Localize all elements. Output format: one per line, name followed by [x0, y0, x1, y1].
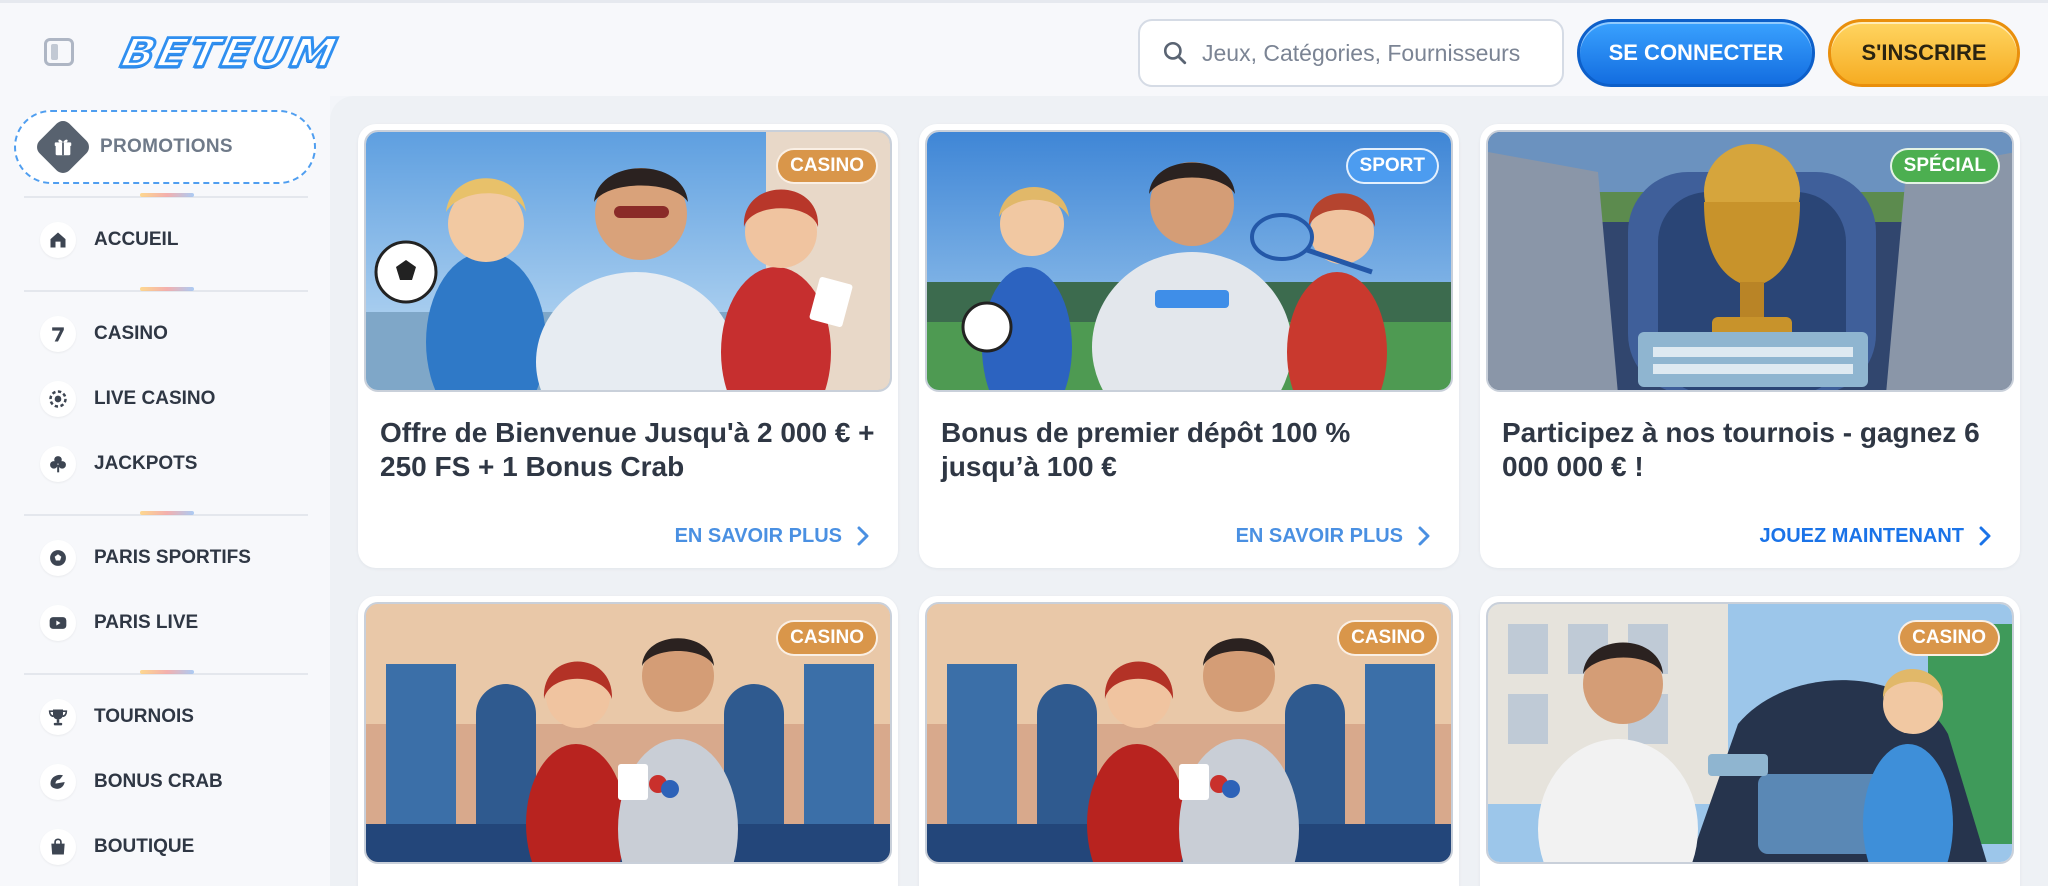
promo-link-label: EN SAVOIR PLUS: [674, 524, 842, 547]
sidebar-item-label: ACCUEIL: [94, 229, 179, 250]
sidebar-item-live-casino[interactable]: LIVE CASINO: [40, 375, 310, 423]
search-box[interactable]: [1138, 19, 1564, 87]
sidebar-item-label: JACKPOTS: [94, 453, 198, 474]
promo-banner-image: CASINO: [364, 130, 892, 392]
category-badge: CASINO: [1337, 620, 1439, 656]
gift-icon: [33, 117, 93, 177]
category-badge: CASINO: [776, 620, 878, 656]
login-button[interactable]: SE CONNECTER: [1577, 19, 1815, 87]
promo-card[interactable]: CASINO Offre de Bienvenue Jusqu'à 2 000 …: [358, 124, 898, 568]
home-icon: [40, 222, 76, 258]
chip-icon: [40, 381, 76, 417]
promo-card[interactable]: SPORT Bonus de premier dépôt 100 % jusqu…: [919, 124, 1459, 568]
promo-card[interactable]: SPÉCIAL Participez à nos tournois - gagn…: [1480, 124, 2020, 568]
logo-text: BETEUM: [116, 29, 344, 78]
promo-card[interactable]: CASINO: [1480, 596, 2020, 886]
sidebar-item-label: BONUS CRAB: [94, 771, 223, 792]
promo-link[interactable]: JOUEZ MAINTENANT: [1760, 518, 1992, 554]
promo-title: Participez à nos tournois - gagnez 6 000…: [1502, 417, 1980, 482]
sidebar-item-boutique[interactable]: BOUTIQUE: [40, 823, 310, 871]
promo-link-label: EN SAVOIR PLUS: [1235, 524, 1403, 547]
soccer-ball-icon: [40, 540, 76, 576]
category-badge: CASINO: [776, 148, 878, 184]
promo-banner-image: SPORT: [925, 130, 1453, 392]
search-icon: [1163, 41, 1187, 65]
chevron-right-icon: [1979, 526, 1991, 546]
logo[interactable]: BETEUM: [116, 29, 386, 78]
sidebar-item-label: CASINO: [94, 323, 168, 344]
sidebar-item-promotions[interactable]: PROMOTIONS: [14, 110, 316, 184]
shopping-bag-icon: [40, 829, 76, 865]
promo-card[interactable]: CASINO: [919, 596, 1459, 886]
promotions-grid: CASINO Offre de Bienvenue Jusqu'à 2 000 …: [330, 96, 2048, 886]
sidebar-item-casino[interactable]: CASINO: [40, 310, 310, 358]
sidebar-item-label: PARIS LIVE: [94, 612, 199, 633]
chevron-right-icon: [857, 526, 869, 546]
category-badge: SPÉCIAL: [1889, 148, 2000, 184]
sidebar-item-label: BOUTIQUE: [94, 836, 195, 857]
sidebar-item-bonus-crab[interactable]: BONUS CRAB: [40, 758, 310, 806]
sidebar-item-paris-live[interactable]: PARIS LIVE: [40, 599, 310, 647]
chevron-right-icon: [1418, 526, 1430, 546]
promo-title: Offre de Bienvenue Jusqu'à 2 000 € + 250…: [380, 417, 875, 482]
sidebar-divider: [24, 287, 308, 292]
sidebar-item-label: LIVE CASINO: [94, 388, 216, 409]
sidebar-item-accueil[interactable]: ACCUEIL: [40, 216, 310, 264]
sidebar-toggle-icon[interactable]: [44, 38, 74, 66]
sidebar: PROMOTIONS ACCUEIL CASINO LIVE CASINO JA…: [0, 96, 330, 886]
promo-title: Bonus de premier dépôt 100 % jusqu’à 100…: [941, 417, 1351, 482]
category-badge: SPORT: [1345, 148, 1439, 184]
clover-icon: [40, 446, 76, 482]
promo-banner-image: CASINO: [1486, 602, 2014, 864]
sidebar-item-label: PROMOTIONS: [100, 136, 233, 157]
seven-icon: [40, 316, 76, 352]
sidebar-divider: [24, 193, 308, 198]
sidebar-item-label: TOURNOIS: [94, 706, 194, 727]
promo-banner-image: CASINO: [364, 602, 892, 864]
sidebar-divider: [24, 511, 308, 516]
category-badge: CASINO: [1898, 620, 2000, 656]
promo-banner-image: CASINO: [925, 602, 1453, 864]
promo-link-label: JOUEZ MAINTENANT: [1759, 524, 1964, 547]
sidebar-item-jackpots[interactable]: JACKPOTS: [40, 440, 310, 488]
sidebar-item-label: PARIS SPORTIFS: [94, 547, 251, 568]
promo-link[interactable]: EN SAVOIR PLUS: [675, 518, 870, 554]
sidebar-item-paris-sportifs[interactable]: PARIS SPORTIFS: [40, 534, 310, 582]
sidebar-divider: [24, 670, 308, 675]
register-button[interactable]: S'INSCRIRE: [1828, 19, 2020, 87]
trophy-icon: [40, 699, 76, 735]
crab-claw-icon: [40, 764, 76, 800]
search-input[interactable]: [1202, 39, 1562, 67]
promo-banner-image: SPÉCIAL: [1486, 130, 2014, 392]
promo-link[interactable]: EN SAVOIR PLUS: [1236, 518, 1431, 554]
promo-card[interactable]: CASINO: [358, 596, 898, 886]
top-header: BETEUM SE CONNECTER S'INSCRIRE: [0, 0, 2048, 96]
live-tv-icon: [40, 605, 76, 641]
sidebar-item-tournois[interactable]: TOURNOIS: [40, 693, 310, 741]
